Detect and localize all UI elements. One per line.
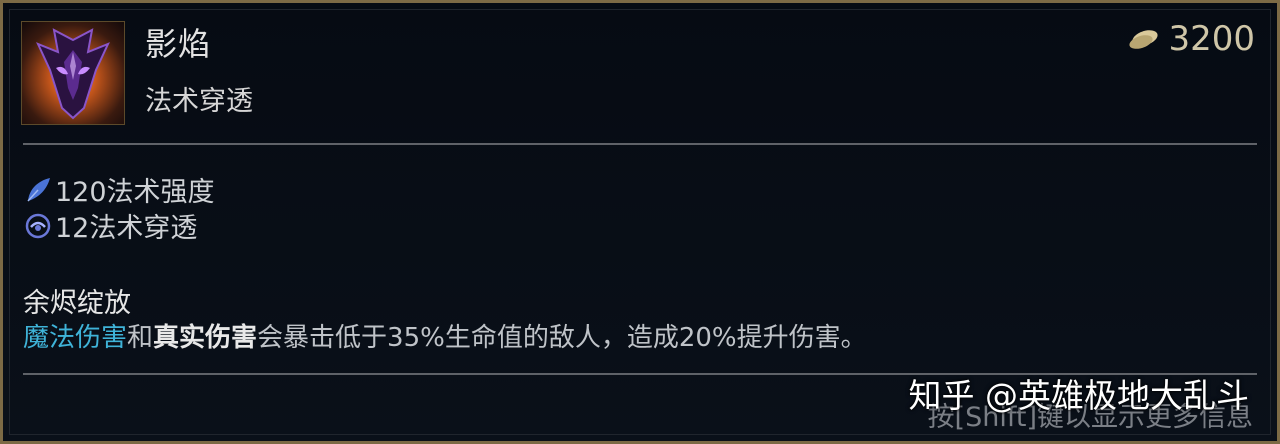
stat-ability-power: 120法术强度 xyxy=(23,170,215,209)
stat-magic-penetration: 12法术穿透 xyxy=(23,206,197,245)
passive-title: 余烬绽放 xyxy=(23,288,131,319)
ability-power-icon xyxy=(27,177,50,202)
price-value: 3200 xyxy=(1168,19,1255,59)
item-name: 影焰 xyxy=(145,25,212,63)
magic-penetration-icon xyxy=(25,213,51,238)
item-tag: 法术穿透 xyxy=(145,86,253,117)
item-price: 3200 xyxy=(1128,19,1255,59)
passive-desc-and: 和 xyxy=(127,323,154,353)
item-tooltip: 影焰 法术穿透 3200 120法术强度 12法术穿透 余烬绽放 魔法伤害和真实… xyxy=(0,0,1280,444)
header-divider xyxy=(23,143,1257,145)
passive-desc-rest: 会暴击低于35%生命值的敌人，造成20%提升伤害。 xyxy=(257,323,867,353)
keyword-true-damage: 真实伤害 xyxy=(153,323,258,353)
shadowflame-mask-icon xyxy=(21,21,125,125)
keyword-magic-damage: 魔法伤害 xyxy=(23,323,128,353)
stat-ability-power-text: 120法术强度 xyxy=(55,177,215,208)
passive-description: 魔法伤害和真实伤害会暴击低于35%生命值的敌人，造成20%提升伤害。 xyxy=(23,317,867,354)
gold-coin-icon xyxy=(1129,30,1159,49)
stat-magic-penetration-text: 12法术穿透 xyxy=(55,213,198,244)
watermark: 知乎 @英雄极地大乱斗 xyxy=(908,376,1250,415)
